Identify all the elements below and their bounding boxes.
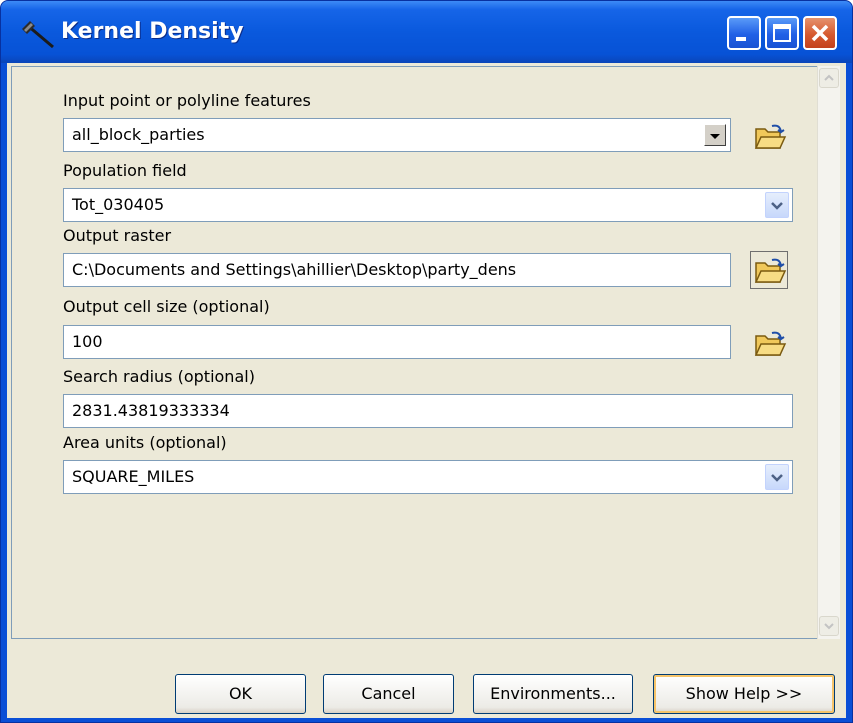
maximize-icon	[773, 24, 791, 42]
vertical-scrollbar[interactable]	[817, 66, 840, 639]
show-help-button[interactable]: Show Help >>	[653, 674, 835, 714]
close-button[interactable]	[803, 16, 837, 50]
area-units-select[interactable]: SQUARE_MILES	[63, 460, 793, 494]
maximize-button[interactable]	[765, 16, 799, 50]
title-bar[interactable]: Kernel Density	[1, 1, 852, 63]
population-field-select[interactable]: Tot_030405	[63, 188, 793, 222]
ok-button[interactable]: OK	[175, 674, 306, 714]
hammer-icon	[21, 20, 61, 50]
minimize-icon	[736, 37, 746, 41]
search-radius-value: 2831.43819333334	[72, 401, 230, 420]
open-folder-icon	[754, 331, 787, 356]
output-raster-input[interactable]: C:\Documents and Settings\ahillier\Deskt…	[63, 253, 731, 287]
cell-size-value: 100	[72, 332, 103, 351]
input-features-combo[interactable]: all_block_parties	[63, 118, 731, 152]
input-features-value: all_block_parties	[72, 125, 205, 144]
dialog-client-area: Input point or polyline features all_blo…	[7, 63, 846, 718]
output-raster-value: C:\Documents and Settings\ahillier\Deskt…	[72, 260, 517, 279]
chevron-up-icon	[824, 74, 834, 81]
cell-size-label: Output cell size (optional)	[63, 297, 270, 316]
cell-size-input[interactable]: 100	[63, 325, 731, 359]
population-field-label: Population field	[63, 161, 187, 180]
minimize-button[interactable]	[727, 16, 761, 50]
scroll-down-button[interactable]	[819, 616, 839, 636]
scroll-up-button[interactable]	[819, 68, 839, 88]
dialog-window: Kernel Density Input point or polyline f…	[0, 0, 853, 723]
open-folder-icon	[754, 258, 787, 283]
open-folder-icon	[754, 124, 787, 149]
output-raster-label: Output raster	[63, 226, 172, 245]
input-features-label: Input point or polyline features	[63, 91, 311, 110]
chevron-down-icon	[824, 623, 834, 630]
environments-button[interactable]: Environments...	[473, 674, 633, 714]
search-radius-input[interactable]: 2831.43819333334	[63, 394, 793, 428]
population-field-dropdown-button[interactable]	[765, 192, 789, 218]
parameters-panel: Input point or polyline features all_blo…	[11, 66, 821, 639]
browse-cell-size-button[interactable]	[750, 324, 788, 362]
area-units-dropdown-button[interactable]	[765, 464, 789, 490]
area-units-label: Area units (optional)	[63, 433, 227, 452]
chevron-down-icon	[710, 134, 720, 139]
close-icon	[811, 24, 829, 42]
window-title: Kernel Density	[61, 19, 244, 44]
chevron-down-icon	[771, 474, 783, 482]
chevron-down-icon	[771, 202, 783, 210]
cancel-button[interactable]: Cancel	[323, 674, 454, 714]
search-radius-label: Search radius (optional)	[63, 367, 255, 386]
area-units-value: SQUARE_MILES	[72, 467, 195, 486]
browse-output-raster-button[interactable]	[750, 251, 788, 289]
browse-input-features-button[interactable]	[750, 117, 788, 155]
population-field-value: Tot_030405	[72, 195, 165, 214]
input-features-dropdown-button[interactable]	[704, 124, 726, 146]
